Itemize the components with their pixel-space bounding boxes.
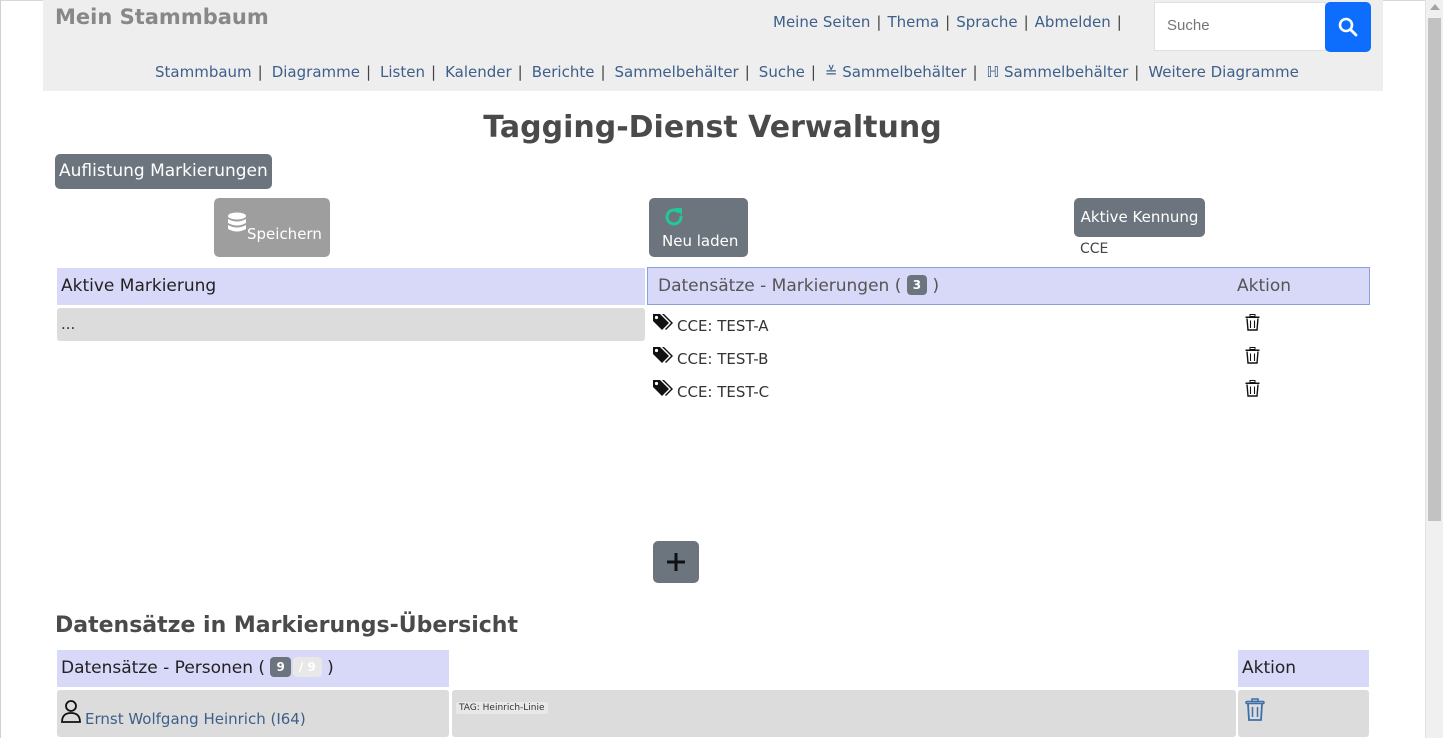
nav-separator: | (431, 63, 437, 81)
top-link-abmelden[interactable]: Abmelden (1035, 13, 1111, 31)
persons-total-badge: / 9 (292, 657, 322, 677)
records-tags-header-close: ) (932, 276, 940, 296)
table-row-tags: TAG: Heinrich-Linie (452, 690, 1236, 737)
person-link[interactable]: Ernst Wolfgang Heinrich (I64) (85, 710, 306, 728)
active-tag-value: ... (57, 308, 645, 341)
table-row-person: Ernst Wolfgang Heinrich (I64) (57, 690, 449, 737)
active-id-value: CCE (1080, 241, 1109, 257)
tag-item-label: CCE: TEST-C (677, 383, 770, 401)
trash-icon (1245, 347, 1260, 364)
nav-link-sammelbehaelter-3[interactable]: ℍ Sammelbehälter (987, 63, 1129, 81)
persons-action-header: Aktion (1238, 650, 1369, 687)
persons-header-label: Datensätze - Personen ( (61, 658, 266, 678)
trash-icon[interactable] (1245, 698, 1265, 722)
search-field (1154, 2, 1327, 51)
save-button-label: Speichern (247, 225, 322, 243)
top-link-thema[interactable]: Thema (887, 13, 939, 31)
active-id-button[interactable]: Aktive Kennung (1074, 198, 1205, 237)
reload-button[interactable]: Neu laden (649, 198, 748, 257)
nav-separator: | (1134, 63, 1140, 81)
search-button[interactable] (1325, 2, 1371, 52)
table-row-action (1238, 690, 1369, 737)
tag-item-label: CCE: TEST-B (677, 350, 769, 368)
vertical-scrollbar[interactable] (1425, 0, 1443, 738)
top-link-sprache[interactable]: Sprache (956, 13, 1017, 31)
nav-link-berichte[interactable]: Berichte (532, 63, 595, 81)
nav-separator: | (365, 63, 372, 81)
nav-link-sammelbehaelter-2[interactable]: ≚ Sammelbehälter (825, 63, 967, 81)
nav-separator: | (972, 63, 978, 81)
tags-icon (653, 314, 673, 330)
list-tags-button[interactable]: Auflistung Markierungen (55, 154, 272, 189)
records-tags-action-header: Aktion (1237, 276, 1292, 296)
persons-count-badge: 9 (270, 657, 291, 677)
search-icon (1338, 17, 1358, 37)
tag-chip: TAG: Heinrich-Linie (456, 702, 548, 714)
nav-separator: | (600, 63, 606, 81)
nav-link-stammbaum[interactable]: Stammbaum (155, 63, 252, 81)
site-brand[interactable]: Mein Stammbaum (55, 5, 269, 29)
overview-title: Datensätze in Markierungs-Übersicht (55, 613, 518, 638)
records-tags-header-label: Datensätze - Markierungen ( (658, 276, 902, 296)
page-title: Tagging-Dienst Verwaltung (483, 110, 942, 145)
nav-separator: | (517, 63, 523, 81)
plus-icon (667, 553, 685, 571)
nav-separator: | (945, 13, 951, 31)
tags-icon (653, 380, 673, 396)
nav-link-kalender[interactable]: Kalender (445, 63, 512, 81)
tags-icon (653, 347, 673, 363)
nav-separator: | (1023, 13, 1029, 31)
database-icon (228, 212, 246, 232)
nav-link-sammelbehaelter[interactable]: Sammelbehälter (615, 63, 739, 81)
add-tag-button[interactable] (653, 541, 699, 583)
save-button[interactable]: Speichern (214, 198, 330, 257)
person-icon (61, 700, 81, 723)
nav-link-diagramme[interactable]: Diagramme (272, 63, 360, 81)
trash-icon (1245, 314, 1260, 331)
persons-header-close: ) (327, 658, 334, 678)
search-input[interactable] (1155, 3, 1327, 48)
nav-separator: | (876, 13, 882, 31)
tag-item-label: CCE: TEST-A (677, 317, 769, 335)
scrollbar-thumb[interactable] (1428, 18, 1441, 521)
refresh-icon (665, 208, 683, 226)
nav-link-weitere-diagramme[interactable]: Weitere Diagramme (1148, 63, 1299, 81)
records-tags-count-badge: 3 (906, 275, 928, 295)
nav-separator: | (1116, 13, 1122, 31)
nav-link-listen[interactable]: Listen (380, 63, 425, 81)
records-tags-header: Datensätze - Markierungen ( 3 ) Aktion (647, 267, 1370, 305)
nav-separator: | (257, 63, 263, 81)
nav-link-suche[interactable]: Suche (759, 63, 805, 81)
delete-tag-button[interactable] (1245, 347, 1260, 368)
main-nav: Stammbaum | Diagramme | Listen | Kalender | Beri… (155, 63, 1299, 81)
trash-icon (1245, 380, 1260, 397)
reload-button-label: Neu laden (662, 232, 739, 250)
top-link-meine-seiten[interactable]: Meine Seiten (773, 13, 870, 31)
site-header: Mein Stammbaum Meine Seiten | Thema | Sprach… (43, 0, 1383, 91)
active-tag-header: Aktive Markierung (57, 268, 645, 305)
persons-header: Datensätze - Personen ( 9/ 9 ) (57, 650, 449, 687)
nav-separator: | (744, 63, 750, 81)
top-nav: Meine Seiten | Thema | Sprache | Abmelden | (773, 13, 1128, 31)
scroll-up-arrow-icon[interactable] (1430, 4, 1440, 10)
nav-separator: | (810, 63, 816, 81)
delete-tag-button[interactable] (1245, 314, 1260, 335)
delete-tag-button[interactable] (1245, 380, 1260, 401)
